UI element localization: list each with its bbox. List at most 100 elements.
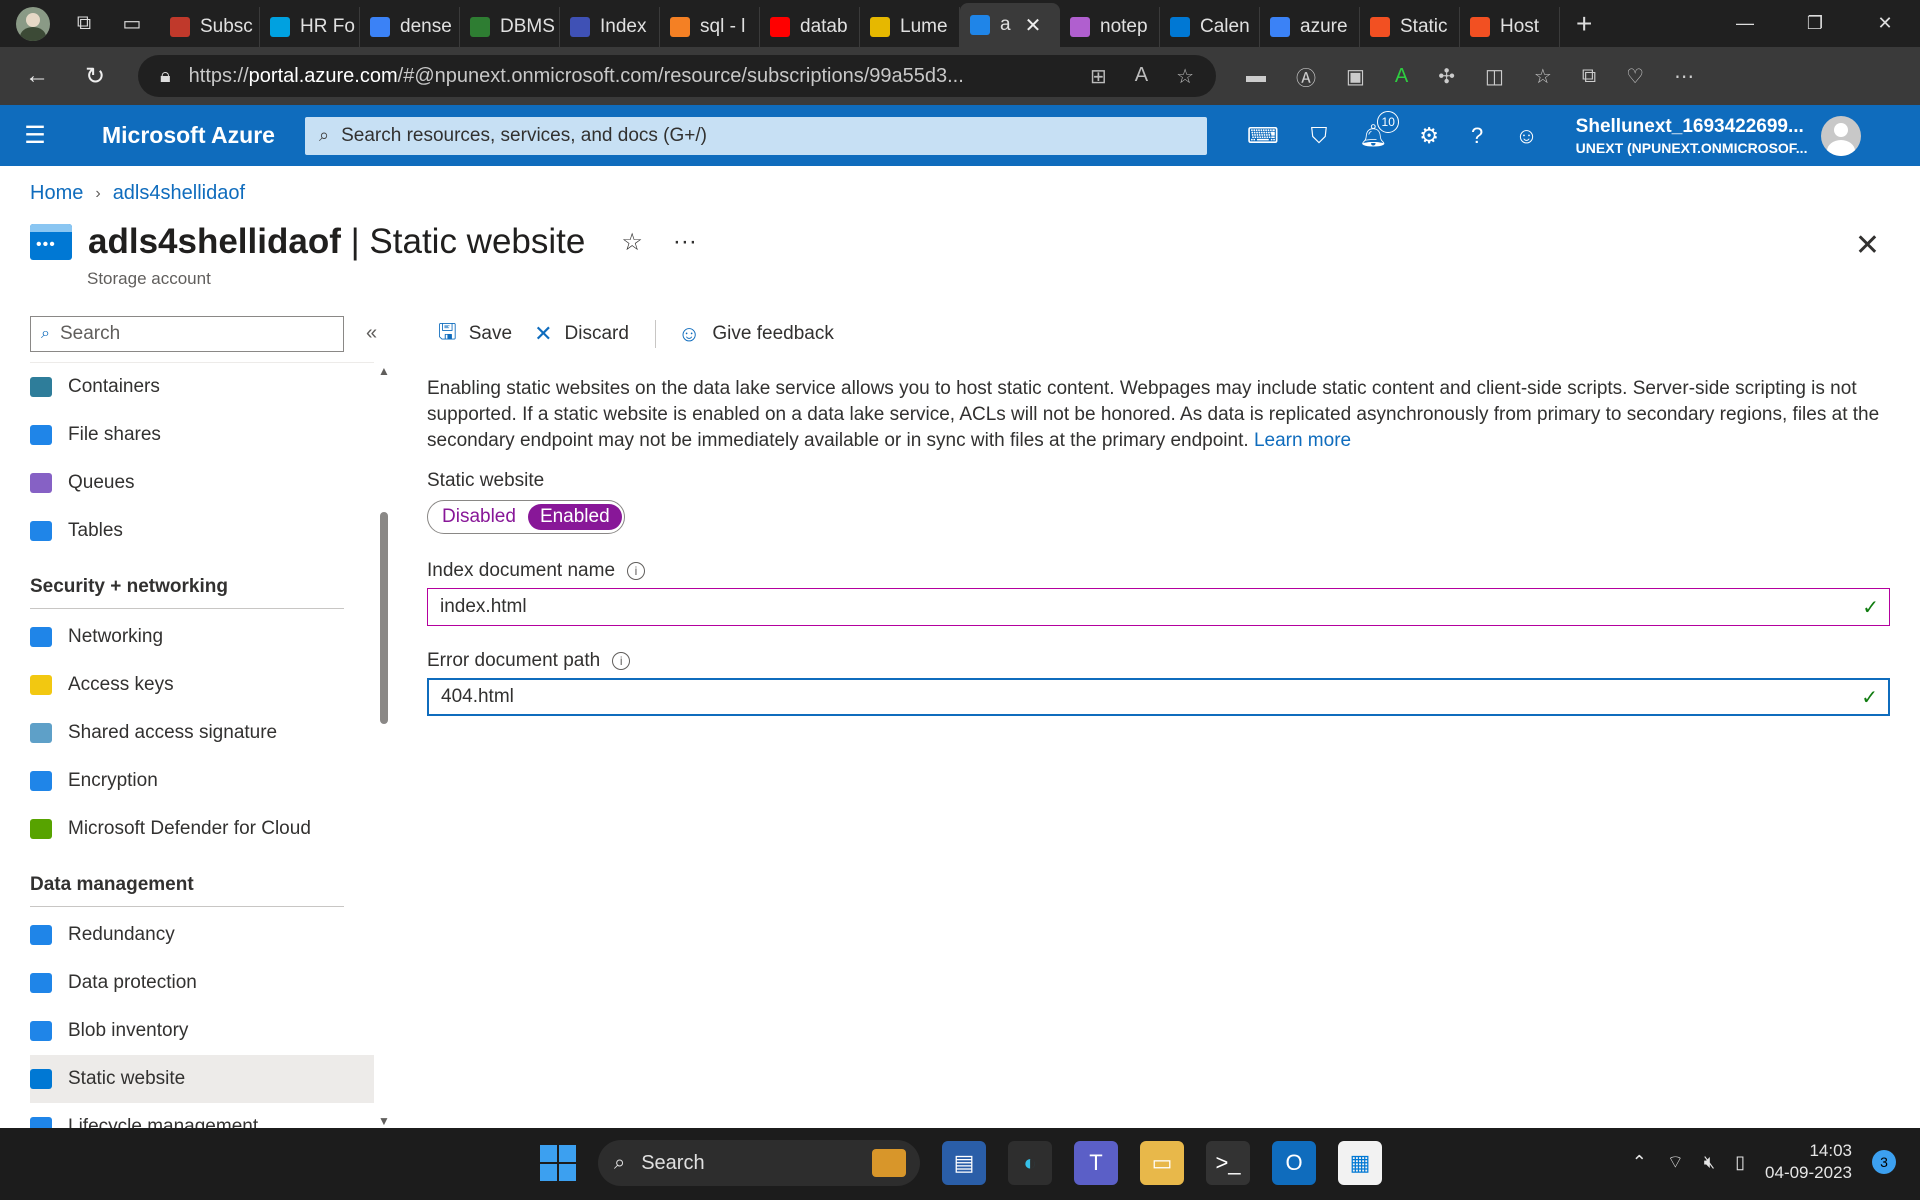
sidebar-item[interactable]: File shares xyxy=(30,411,374,459)
portal-menu-icon[interactable]: ☰ xyxy=(0,121,70,150)
scroll-down-icon[interactable]: ▼ xyxy=(378,1114,390,1128)
browser-tab[interactable]: Static xyxy=(1360,7,1460,47)
app-available-icon[interactable]: ⊞ xyxy=(1090,64,1107,89)
help-icon[interactable]: ? xyxy=(1471,123,1483,149)
edge-app-icon[interactable]: ◐ xyxy=(1008,1141,1052,1185)
directory-filter-icon[interactable]: ⛉ xyxy=(1311,123,1328,149)
global-search-input[interactable]: ⌕ Search resources, services, and docs (… xyxy=(305,116,1207,155)
store-app-icon[interactable]: ▦ xyxy=(1338,1141,1382,1185)
extension-fcm-icon[interactable]: ▣ xyxy=(1346,64,1365,89)
settings-gear-icon[interactable]: ⚙ xyxy=(1419,123,1439,149)
index-document-field[interactable]: index.html ✓ xyxy=(427,588,1890,626)
minimize-icon[interactable]: — xyxy=(1710,0,1780,47)
favorite-star-icon[interactable]: ☆ xyxy=(621,228,643,257)
sidebar-item[interactable]: Lifecycle management xyxy=(30,1103,374,1128)
teams-app-icon[interactable]: T xyxy=(1074,1141,1118,1185)
browser-tab[interactable]: dense xyxy=(360,7,460,47)
learn-more-link[interactable]: Learn more xyxy=(1254,430,1351,451)
close-window-icon[interactable]: ✕ xyxy=(1850,0,1920,47)
browser-tab[interactable]: Subsc xyxy=(160,7,260,47)
new-tab-button[interactable]: + xyxy=(1576,8,1592,40)
browser-tab[interactable]: Host xyxy=(1460,7,1560,47)
sidebar-item[interactable]: Microsoft Defender for Cloud xyxy=(30,805,374,853)
chevron-up-icon[interactable]: ⌃ xyxy=(1632,1152,1647,1173)
file-explorer-icon[interactable]: ▭ xyxy=(1140,1141,1184,1185)
close-blade-icon[interactable]: ✕ xyxy=(1855,228,1880,263)
browser-tab[interactable]: Calen xyxy=(1160,7,1260,47)
sidebar-item[interactable]: Redundancy xyxy=(30,911,374,959)
info-icon[interactable]: i xyxy=(627,562,646,580)
sidebar-item[interactable]: Blob inventory xyxy=(30,1007,374,1055)
browser-tab[interactable]: datab xyxy=(760,7,860,47)
clock[interactable]: 14:03 04-09-2023 xyxy=(1765,1140,1852,1184)
favorite-star-icon[interactable]: ☆ xyxy=(1176,64,1194,89)
collapse-menu-icon[interactable]: « xyxy=(366,322,377,345)
sidebar-item[interactable]: Containers xyxy=(30,363,374,411)
sidebar-item[interactable]: Data protection xyxy=(30,959,374,1007)
sidebar-item[interactable]: Tables xyxy=(30,507,374,555)
sidebar-item[interactable]: Static website xyxy=(30,1055,374,1103)
error-document-field[interactable]: 404.html ✓ xyxy=(427,678,1890,716)
sidebar-item[interactable]: Access keys xyxy=(30,661,374,709)
scroll-thumb[interactable] xyxy=(380,512,388,724)
extension-green-a-icon[interactable]: A xyxy=(1395,65,1408,88)
favorites-icon[interactable]: ☆ xyxy=(1534,64,1552,89)
browser-tab[interactable]: Index xyxy=(560,7,660,47)
extensions-puzzle-icon[interactable]: ✣ xyxy=(1438,64,1455,89)
menu-scrollbar[interactable]: ▲ ▼ xyxy=(378,362,390,1128)
scroll-up-icon[interactable]: ▲ xyxy=(378,364,390,378)
static-website-toggle[interactable]: Disabled Enabled xyxy=(427,500,625,534)
feedback-icon[interactable]: ☺ xyxy=(1515,123,1537,149)
battery-icon[interactable]: ▯ xyxy=(1735,1152,1745,1173)
start-button[interactable] xyxy=(540,1145,576,1181)
cloud-shell-icon[interactable]: ⌨ xyxy=(1247,123,1279,149)
browser-tab[interactable]: notep xyxy=(1060,7,1160,47)
tab-actions-icon[interactable]: ▭ xyxy=(112,4,152,44)
breadcrumb-home[interactable]: Home xyxy=(30,182,83,205)
browser-tab[interactable]: azure xyxy=(1260,7,1360,47)
collections-icon[interactable]: ⧉ xyxy=(1582,65,1596,88)
browser-profile-avatar[interactable] xyxy=(16,6,50,41)
sidebar-item[interactable]: Networking xyxy=(30,613,374,661)
notification-center-badge[interactable]: 3 xyxy=(1872,1150,1896,1174)
browser-tab[interactable]: Lume xyxy=(860,7,960,47)
give-feedback-button[interactable]: ☺ Give feedback xyxy=(678,321,834,347)
url-field[interactable]: 🔒︎ https://portal.azure.com/#@npunext.on… xyxy=(138,55,1216,97)
sidebar-item[interactable]: Encryption xyxy=(30,757,374,805)
save-button[interactable]: 🖫 Save xyxy=(438,315,512,353)
restore-icon[interactable]: ❐ xyxy=(1780,0,1850,47)
toggle-enabled-option[interactable]: Enabled xyxy=(527,504,622,530)
outlook-app-icon[interactable]: O xyxy=(1272,1141,1316,1185)
terminal-app-icon[interactable]: >_ xyxy=(1206,1141,1250,1185)
workspaces-icon[interactable]: ⧉ xyxy=(64,4,104,44)
browser-tab[interactable]: sql - l xyxy=(660,7,760,47)
browser-tab[interactable]: HR Fo xyxy=(260,7,360,47)
toggle-disabled-option[interactable]: Disabled xyxy=(430,504,528,530)
read-aloud-icon[interactable]: A xyxy=(1135,64,1148,89)
account-info[interactable]: Shellunext_1693422699... UNEXT (NPUNEXT.… xyxy=(1576,116,1808,156)
refresh-icon[interactable]: ↻ xyxy=(66,62,124,91)
notepad-app-icon[interactable]: ▤ xyxy=(942,1141,986,1185)
back-icon[interactable]: ← xyxy=(8,62,66,90)
close-tab-icon[interactable]: ✕ xyxy=(1025,13,1042,38)
notifications-icon[interactable]: 🔔︎ 10 xyxy=(1359,110,1400,149)
taskbar-search[interactable]: ⌕ Search xyxy=(598,1140,920,1186)
sidebar-item[interactable]: Shared access signature xyxy=(30,709,374,757)
split-screen-icon[interactable]: ◫ xyxy=(1485,64,1504,89)
user-avatar[interactable] xyxy=(1821,115,1862,156)
more-options-icon[interactable]: ··· xyxy=(673,228,697,257)
wifi-icon[interactable]: ⌔ xyxy=(1667,1151,1684,1174)
more-menu-icon[interactable]: ⋯ xyxy=(1674,64,1694,89)
browser-tab[interactable]: a ✕ xyxy=(960,3,1060,47)
browser-tab[interactable]: DBMS xyxy=(460,7,560,47)
extension-card-icon[interactable]: ▬ xyxy=(1246,65,1266,88)
info-icon[interactable]: i xyxy=(612,652,631,670)
breadcrumb-resource[interactable]: adls4shellidaof xyxy=(113,182,245,205)
extension-a-icon[interactable]: Ⓐ xyxy=(1296,62,1316,91)
sidebar-item[interactable]: Queues xyxy=(30,459,374,507)
azure-brand[interactable]: Microsoft Azure xyxy=(70,122,305,149)
menu-search-input[interactable]: ⌕ Search xyxy=(30,316,344,352)
volume-muted-icon[interactable]: 🔇︎ xyxy=(1704,1152,1715,1173)
browser-essentials-icon[interactable]: ♡ xyxy=(1626,64,1644,89)
discard-button[interactable]: ✕ Discard xyxy=(534,321,629,347)
